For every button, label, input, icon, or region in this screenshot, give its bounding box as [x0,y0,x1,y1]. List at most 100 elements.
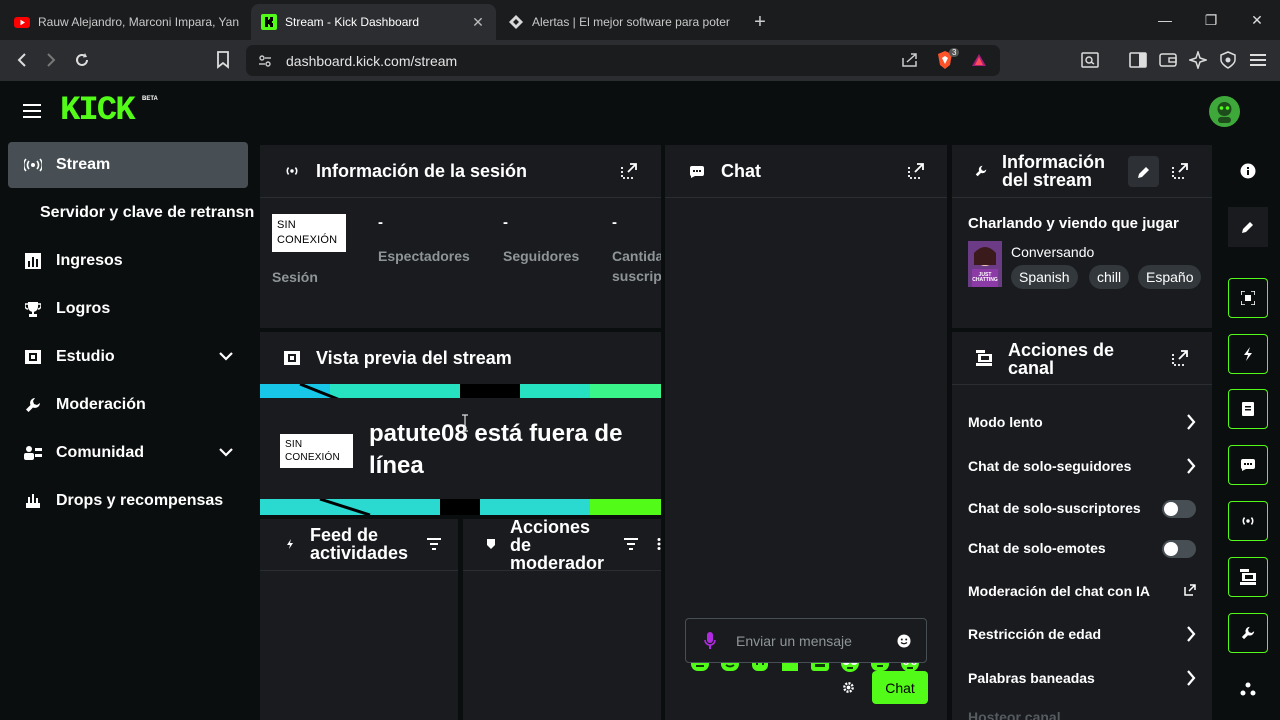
address-bar[interactable]: dashboard.kick.com/stream 3 [246,45,1000,76]
popout-icon[interactable] [621,163,637,179]
chevron-down-icon[interactable] [218,444,234,460]
leo-ai-icon[interactable] [1183,45,1213,75]
share-icon[interactable] [901,52,919,68]
subs-only-toggle[interactable] [1162,500,1196,518]
sidebar-item-ingresos[interactable]: Ingresos [8,238,248,284]
kick-logo[interactable]: KICK BETA [60,94,158,128]
restore-button[interactable]: ❐ [1188,0,1234,40]
sidebar-item-logros[interactable]: Logros [8,286,248,332]
browser-tab-youtube[interactable]: Rauw Alejandro, Marconi Impara, Yan [4,4,249,40]
chat-send-button[interactable]: Chat [872,671,928,704]
close-tab-icon[interactable]: ✕ [470,14,486,30]
sidebar-item-stream[interactable]: Stream [8,142,248,188]
channel-action-subs-only[interactable]: Chat de solo-suscriptores [968,493,1196,523]
info-button[interactable] [1228,151,1268,191]
panel-divider [463,570,661,571]
reader-mode-icon[interactable] [1075,45,1105,75]
followers-value: - [503,214,508,231]
back-button[interactable] [7,45,37,75]
drops-icon [24,492,42,510]
sidebar-item-label: Servidor y clave de retransn [40,204,255,221]
microphone-icon[interactable] [704,632,716,650]
brave-rewards-icon[interactable] [971,53,987,67]
more-vertical-icon[interactable] [657,538,661,550]
vpn-icon[interactable] [1213,45,1243,75]
chevron-right-icon [1186,670,1196,686]
sidebar-toggle-icon[interactable] [1123,45,1153,75]
emotes-only-toggle[interactable] [1162,540,1196,558]
bolt-rail-button[interactable] [1228,334,1268,374]
menu-icon[interactable] [1243,45,1273,75]
avatar[interactable] [1209,96,1240,127]
reload-button[interactable] [67,45,97,75]
sidebar-item-moderacion[interactable]: Moderación [8,382,248,428]
sidebar-item-estudio[interactable]: Estudio [8,334,248,380]
wallet-icon[interactable] [1153,45,1183,75]
popout-icon[interactable] [1172,163,1188,179]
wrench-icon [24,396,42,414]
panel-title-line2: canal [1008,358,1055,378]
offline-message-line2: línea [369,452,424,479]
broadcast-rail-button[interactable] [1228,501,1268,541]
sidebar-item-server-key[interactable]: Servidor y clave de retransn [24,190,256,236]
chat-message-input[interactable]: Enviar un mensaje [685,618,927,663]
channel-actions-rail-button[interactable] [1228,557,1268,597]
kick-dashboard: KICK BETA Stream Servidor y clave de ret… [0,81,1280,720]
bookmark-icon[interactable] [208,45,238,75]
more-rail-button[interactable] [1228,669,1268,709]
tag-chip[interactable]: Spanish [1011,265,1078,289]
channel-action-banned-words[interactable]: Palabras baneadas [968,663,1196,693]
filter-icon[interactable] [427,538,441,550]
browser-toolbar: dashboard.kick.com/stream 3 [0,40,1280,81]
chevron-right-icon [1186,626,1196,642]
kick-icon [261,14,277,30]
channel-action-label: Hosteor canal [968,709,1061,720]
notes-rail-button[interactable] [1228,389,1268,429]
chevron-down-icon[interactable] [218,348,234,364]
filter-icon[interactable] [624,538,638,550]
chart-icon [24,252,42,270]
category-name[interactable]: Conversando [1011,244,1094,260]
channel-action-age-restriction[interactable]: Restricción de edad [968,619,1196,649]
sidebar-item-drops[interactable]: Drops y recompensas [8,478,248,524]
channel-action-host-channel[interactable]: Hosteor canal [968,702,1196,720]
new-tab-button[interactable]: + [745,7,775,37]
moderation-rail-button[interactable] [1228,613,1268,653]
tag-chip[interactable]: chill [1089,265,1130,289]
popout-icon[interactable] [1172,350,1188,366]
panel-title: Vista previa del stream [316,348,512,368]
channel-action-ai-moderation[interactable]: Moderación del chat con IA [968,576,1196,606]
popout-icon[interactable] [908,163,924,179]
streamlabs-icon [508,14,524,30]
close-window-button[interactable]: ✕ [1234,0,1280,40]
edit-button[interactable] [1128,156,1159,187]
channel-action-label: Palabras baneadas [968,670,1095,686]
offline-badge-text: SIN CONEXIÓN [285,439,340,463]
studio-icon [24,348,42,366]
emoji-icon[interactable] [897,634,911,648]
channel-action-followers-only[interactable]: Chat de solo-seguidores [968,451,1196,481]
hamburger-menu-icon[interactable] [23,103,41,119]
sidebar-item-comunidad[interactable]: Comunidad [8,430,248,476]
toggle-knob [1164,542,1178,556]
site-info-icon[interactable] [258,54,272,68]
minimize-button[interactable]: — [1142,0,1188,40]
top-bar: KICK BETA [0,81,1280,141]
chat-rail-button[interactable] [1228,445,1268,485]
chat-settings-icon[interactable] [842,681,855,694]
forward-button[interactable] [36,45,66,75]
tag-chip[interactable]: Españo [1138,265,1202,289]
sidebar-nav: Stream Servidor y clave de retransn Ingr… [0,141,256,720]
browser-tab-alertas[interactable]: Alertas | El mejor software para poter [498,4,743,40]
channel-action-slow-mode[interactable]: Modo lento [968,407,1196,437]
channel-action-emotes-only[interactable]: Chat de solo-emotes [968,533,1196,563]
sidebar-item-label: Drops y recompensas [56,492,224,509]
category-thumbnail: JUST CHATTING [968,241,1002,287]
browser-tab-kick[interactable]: Stream - Kick Dashboard ✕ [251,4,496,40]
edit-rail-button[interactable] [1228,207,1268,247]
tab-title: Alertas | El mejor software para poter [532,15,730,29]
url-text: dashboard.kick.com/stream [286,52,458,69]
scan-rail-button[interactable] [1228,278,1268,318]
panel-divider [260,197,661,198]
panel-title: Información de la sesión [316,161,528,181]
